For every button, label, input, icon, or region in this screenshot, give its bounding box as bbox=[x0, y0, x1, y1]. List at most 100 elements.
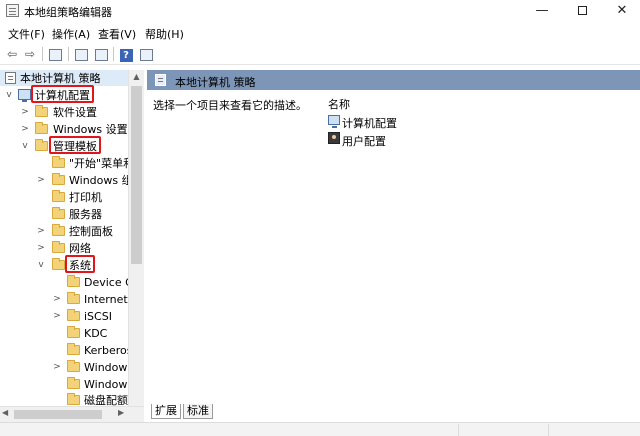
toolbar-separator bbox=[42, 47, 43, 61]
details-header: 本地计算机 策略 bbox=[147, 70, 640, 90]
tree-vertical-scrollbar[interactable]: ▲ bbox=[128, 70, 144, 406]
tree-item-iscsi[interactable]: > iSCSI bbox=[0, 308, 143, 324]
policy-doc-icon bbox=[155, 74, 166, 86]
menu-action[interactable]: 操作(A) bbox=[50, 26, 92, 42]
menu-file[interactable]: 文件(F) bbox=[6, 26, 47, 42]
expand-icon[interactable]: > bbox=[52, 310, 62, 322]
scroll-up-icon[interactable]: ▲ bbox=[129, 70, 144, 84]
tree-item-start-menu-taskbar[interactable]: "开始"菜单和任 bbox=[0, 155, 143, 171]
tree-item-server[interactable]: 服务器 bbox=[0, 206, 143, 222]
tree-item-control-panel[interactable]: > 控制面板 bbox=[0, 223, 143, 239]
tree-item-device-guard[interactable]: Device Gu bbox=[0, 274, 143, 290]
export-list-button[interactable] bbox=[93, 46, 109, 62]
filter-icon bbox=[139, 48, 153, 61]
filter-options-button[interactable] bbox=[138, 46, 154, 62]
tree-item-label: 打印机 bbox=[69, 191, 102, 204]
folder-icon bbox=[67, 309, 80, 321]
collapse-icon[interactable]: v bbox=[4, 89, 14, 101]
scroll-thumb[interactable] bbox=[14, 410, 102, 419]
export-list-icon bbox=[94, 48, 108, 61]
tree-item-kdc[interactable]: KDC bbox=[0, 325, 143, 341]
folder-icon bbox=[52, 190, 65, 202]
tree-item-label: 控制面板 bbox=[69, 225, 113, 238]
menu-help[interactable]: 帮助(H) bbox=[143, 26, 186, 42]
list-item-label: 计算机配置 bbox=[342, 117, 397, 130]
tree-item-label: Windows bbox=[84, 361, 134, 374]
user-icon bbox=[328, 132, 340, 144]
column-header-name[interactable]: 名称 bbox=[328, 96, 350, 112]
collapse-icon[interactable]: v bbox=[20, 140, 30, 152]
tree-item-computer-config[interactable]: v 计算机配置 bbox=[0, 87, 143, 103]
help-icon: ? bbox=[119, 49, 133, 62]
expand-icon[interactable]: > bbox=[52, 361, 62, 373]
tree-item-label: KDC bbox=[84, 327, 108, 340]
tree-item-system[interactable]: v 系统 bbox=[0, 257, 143, 273]
expand-icon[interactable]: > bbox=[36, 225, 46, 237]
forward-button[interactable]: ⇨ bbox=[22, 46, 38, 62]
help-button[interactable]: ? bbox=[118, 46, 134, 62]
tree-item-admin-templates[interactable]: v 管理模板 bbox=[0, 138, 143, 154]
computer-icon bbox=[328, 115, 340, 128]
details-pane: 本地计算机 策略 选择一个项目来查看它的描述。 名称 计算机配置 用户配置 bbox=[147, 70, 640, 422]
status-divider bbox=[458, 424, 459, 436]
list-item-user-config[interactable]: 用户配置 bbox=[328, 131, 488, 148]
folder-icon bbox=[52, 173, 65, 185]
close-button[interactable]: ✕ bbox=[602, 0, 640, 22]
tree-item-label: 服务器 bbox=[69, 208, 102, 221]
minimize-button[interactable]: — bbox=[522, 0, 562, 22]
expand-icon[interactable]: > bbox=[36, 174, 46, 186]
show-hide-console-tree-button[interactable] bbox=[47, 46, 63, 62]
details-header-title: 本地计算机 策略 bbox=[175, 76, 256, 89]
tab-extended[interactable]: 扩展 bbox=[151, 404, 181, 419]
maximize-button[interactable] bbox=[562, 0, 602, 22]
computer-icon bbox=[18, 89, 31, 102]
description-text: 选择一个项目来查看它的描述。 bbox=[153, 99, 307, 112]
tree-item-label: 网络 bbox=[69, 242, 91, 255]
folder-icon bbox=[52, 156, 65, 168]
console-tree-icon bbox=[48, 48, 62, 61]
tree-horizontal-scrollbar[interactable]: ◀ ▶ bbox=[0, 406, 144, 422]
collapse-icon[interactable]: v bbox=[36, 259, 46, 271]
folder-icon bbox=[52, 224, 65, 236]
tab-standard[interactable]: 标准 bbox=[183, 404, 213, 419]
folder-icon bbox=[35, 105, 48, 117]
maximize-icon bbox=[577, 6, 587, 15]
back-button[interactable]: ⇦ bbox=[4, 46, 20, 62]
tree-item-printers[interactable]: 打印机 bbox=[0, 189, 143, 205]
toolbar: ⇦ ⇨ ? bbox=[0, 43, 640, 65]
menu-view[interactable]: 查看(V) bbox=[96, 26, 138, 42]
list-item-computer-config[interactable]: 计算机配置 bbox=[328, 113, 488, 130]
tree-item-windows-settings[interactable]: > Windows 设置 bbox=[0, 121, 143, 137]
properties-button[interactable] bbox=[73, 46, 89, 62]
tree-item-label: 计算机配置 bbox=[35, 89, 90, 102]
folder-icon bbox=[67, 326, 80, 338]
folder-icon bbox=[52, 258, 65, 270]
tree-item-label: 软件设置 bbox=[53, 106, 97, 119]
tree-item-internet-communication[interactable]: > Internet 通 bbox=[0, 291, 143, 307]
toolbar-separator bbox=[113, 47, 114, 61]
title-bar: 本地组策略编辑器 — ✕ bbox=[0, 0, 640, 22]
tree-item-windows-a[interactable]: > Windows bbox=[0, 359, 143, 375]
expand-icon[interactable]: > bbox=[52, 293, 62, 305]
tree-item-label: Windows 设置 bbox=[53, 123, 128, 136]
list-item-label: 用户配置 bbox=[342, 135, 386, 148]
scroll-right-icon[interactable]: ▶ bbox=[118, 408, 124, 417]
gpedit-window: 本地组策略编辑器 — ✕ 文件(F) 操作(A) 查看(V) 帮助(H) ⇦ ⇨… bbox=[0, 0, 640, 436]
folder-icon bbox=[67, 393, 80, 405]
tree-item-software-settings[interactable]: > 软件设置 bbox=[0, 104, 143, 120]
scroll-thumb[interactable] bbox=[131, 86, 142, 264]
expand-icon[interactable]: > bbox=[20, 123, 30, 135]
tree-item-local-computer-policy[interactable]: 本地计算机 策略 bbox=[0, 70, 143, 86]
tree-item-label: 本地计算机 策略 bbox=[20, 72, 101, 85]
folder-icon bbox=[67, 343, 80, 355]
window-title: 本地组策略编辑器 bbox=[24, 6, 112, 19]
tree-item-network[interactable]: > 网络 bbox=[0, 240, 143, 256]
tree-item-windows-b[interactable]: Windows bbox=[0, 376, 143, 392]
expand-icon[interactable]: > bbox=[20, 106, 30, 118]
tree-item-label: iSCSI bbox=[84, 310, 112, 323]
scroll-left-icon[interactable]: ◀ bbox=[2, 408, 8, 417]
tree-item-kerberos[interactable]: Kerberos bbox=[0, 342, 143, 358]
expand-icon[interactable]: > bbox=[36, 242, 46, 254]
tree-item-windows-components[interactable]: > Windows 组件 bbox=[0, 172, 143, 188]
tree-item-label: Windows bbox=[84, 378, 134, 391]
